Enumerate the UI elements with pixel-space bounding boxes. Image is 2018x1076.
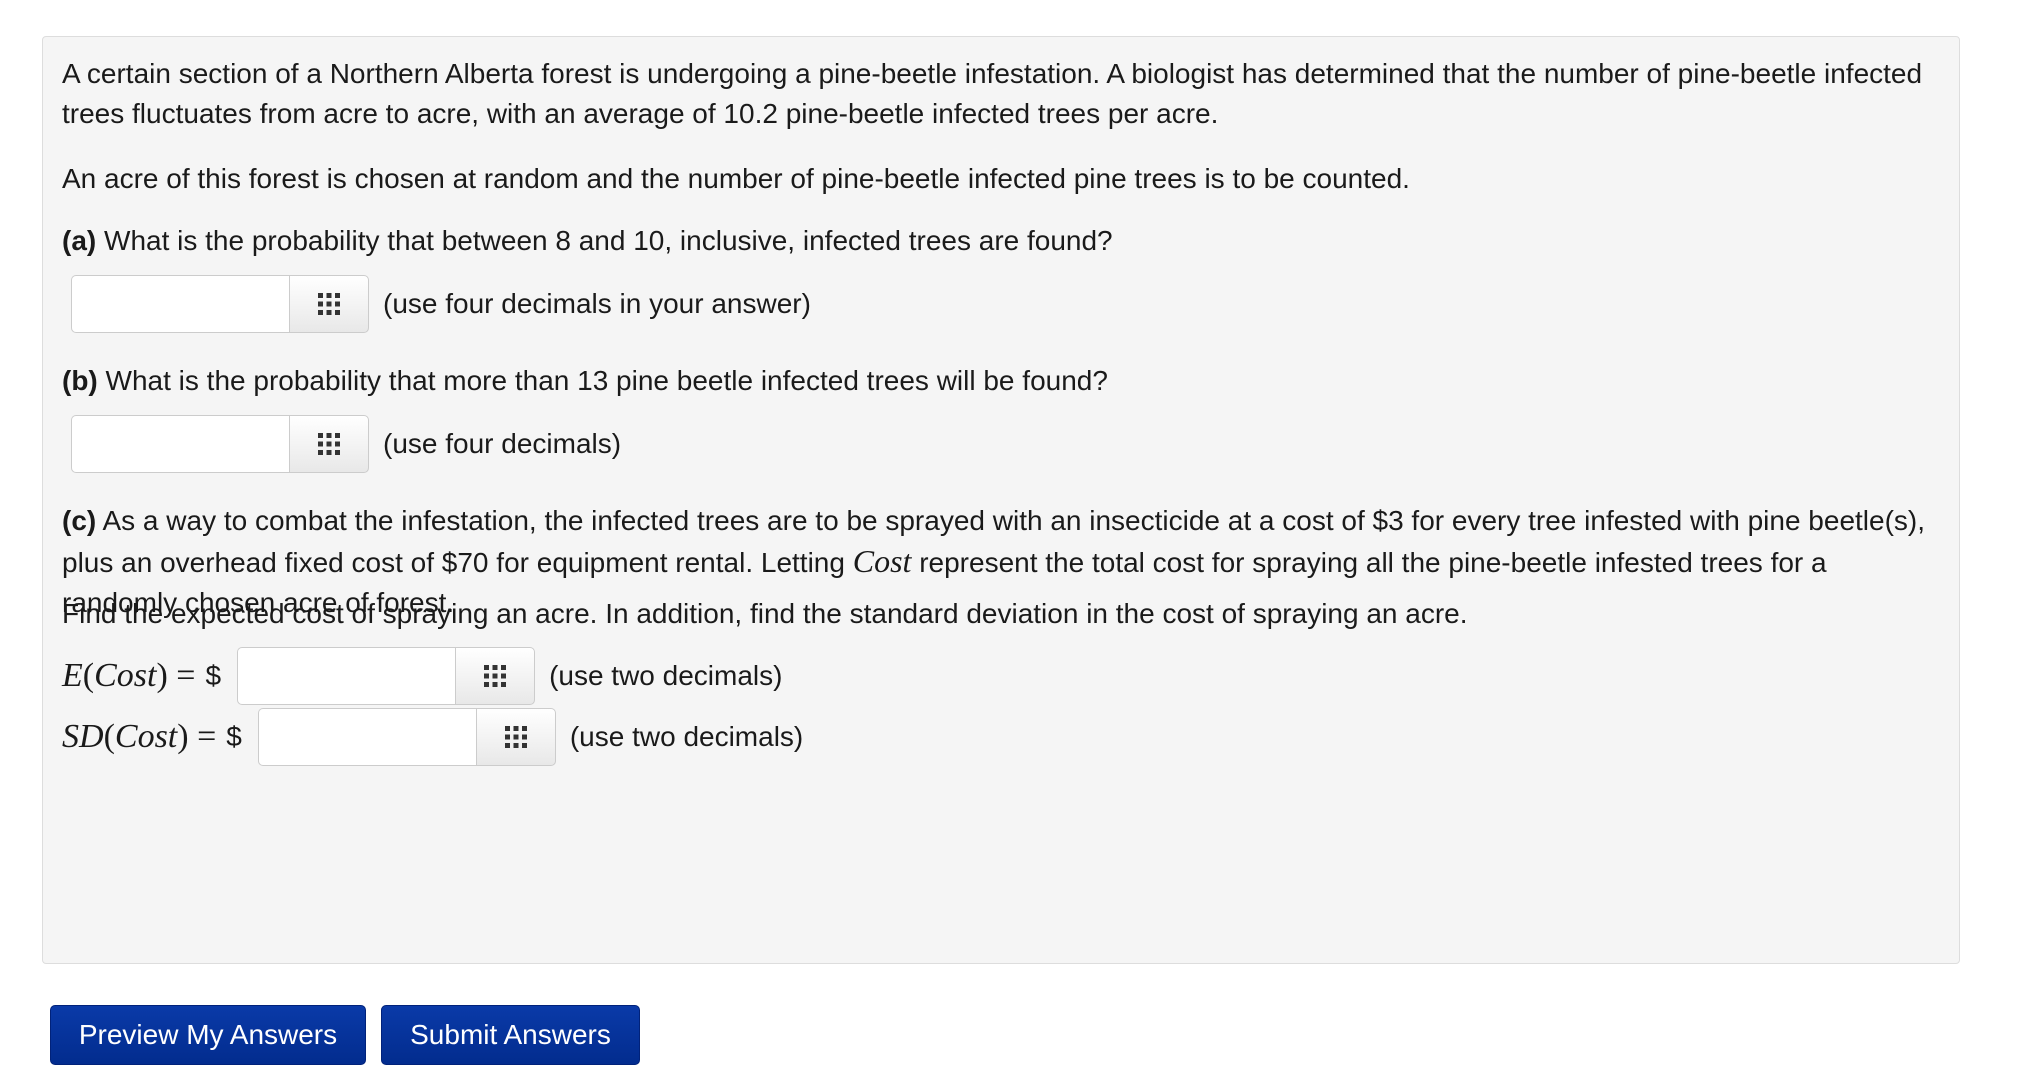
expected-func: E: [62, 657, 83, 694]
part-b-answer-row: (use four decimals): [71, 415, 621, 473]
problem-intro: A certain section of a Northern Alberta …: [62, 58, 1923, 129]
part-a-label: (a): [62, 225, 97, 256]
part-b-hint: (use four decimals): [383, 428, 622, 459]
sd-func: SD: [62, 718, 104, 755]
sd-cost-palette-button[interactable]: [475, 708, 556, 766]
part-c-label: (c): [62, 505, 97, 536]
part-a-answer-row: (use four decimals in your answer): [71, 275, 811, 333]
sd-cost-row: SD(Cost) = $ (use two decimals): [62, 708, 803, 766]
problem-setup: An acre of this forest is chosen at rand…: [62, 163, 1410, 194]
sd-arg: Cost: [114, 718, 178, 755]
part-b-answer-input[interactable]: [71, 415, 289, 473]
cost-variable: Cost: [852, 543, 912, 579]
part-a-answer-input[interactable]: [71, 275, 289, 333]
grid-icon: [318, 293, 340, 315]
expected-cost-hint: (use two decimals): [549, 660, 783, 691]
part-a-hint: (use four decimals in your answer): [383, 288, 811, 319]
expected-cost-input[interactable]: [237, 647, 456, 705]
grid-icon: [484, 665, 507, 687]
part-a-text: What is the probability that between 8 a…: [104, 225, 1113, 256]
part-b-label: (b): [62, 365, 98, 396]
part-b-palette-button[interactable]: [289, 415, 369, 473]
expected-cost-row: E(Cost) = $ (use two decimals): [62, 647, 782, 705]
expected-arg: Cost: [94, 657, 157, 694]
part-b-text: What is the probability that more than 1…: [105, 365, 1108, 396]
expected-cost-label: E(Cost) =: [62, 657, 196, 694]
submit-answers-button[interactable]: Submit Answers: [381, 1005, 640, 1065]
part-a-palette-button[interactable]: [289, 275, 369, 333]
sd-currency: $: [226, 721, 242, 752]
expected-currency: $: [205, 660, 222, 691]
expected-cost-palette-button[interactable]: [455, 647, 536, 705]
problem-panel: A certain section of a Northern Alberta …: [42, 36, 1960, 964]
sd-cost-label: SD(Cost) =: [62, 718, 217, 755]
sd-cost-input[interactable]: [257, 708, 476, 766]
part-a-question: (a) What is the probability that between…: [62, 221, 1942, 261]
preview-answers-button[interactable]: Preview My Answers: [50, 1005, 366, 1065]
part-c-instruction: Find the expected cost of spraying an ac…: [62, 598, 1468, 629]
expected-equals: =: [176, 657, 196, 694]
grid-icon: [318, 433, 340, 455]
sd-equals: =: [197, 718, 217, 755]
part-b-question: (b) What is the probability that more th…: [62, 361, 1942, 401]
sd-cost-hint: (use two decimals): [569, 721, 804, 752]
grid-icon: [504, 726, 527, 748]
